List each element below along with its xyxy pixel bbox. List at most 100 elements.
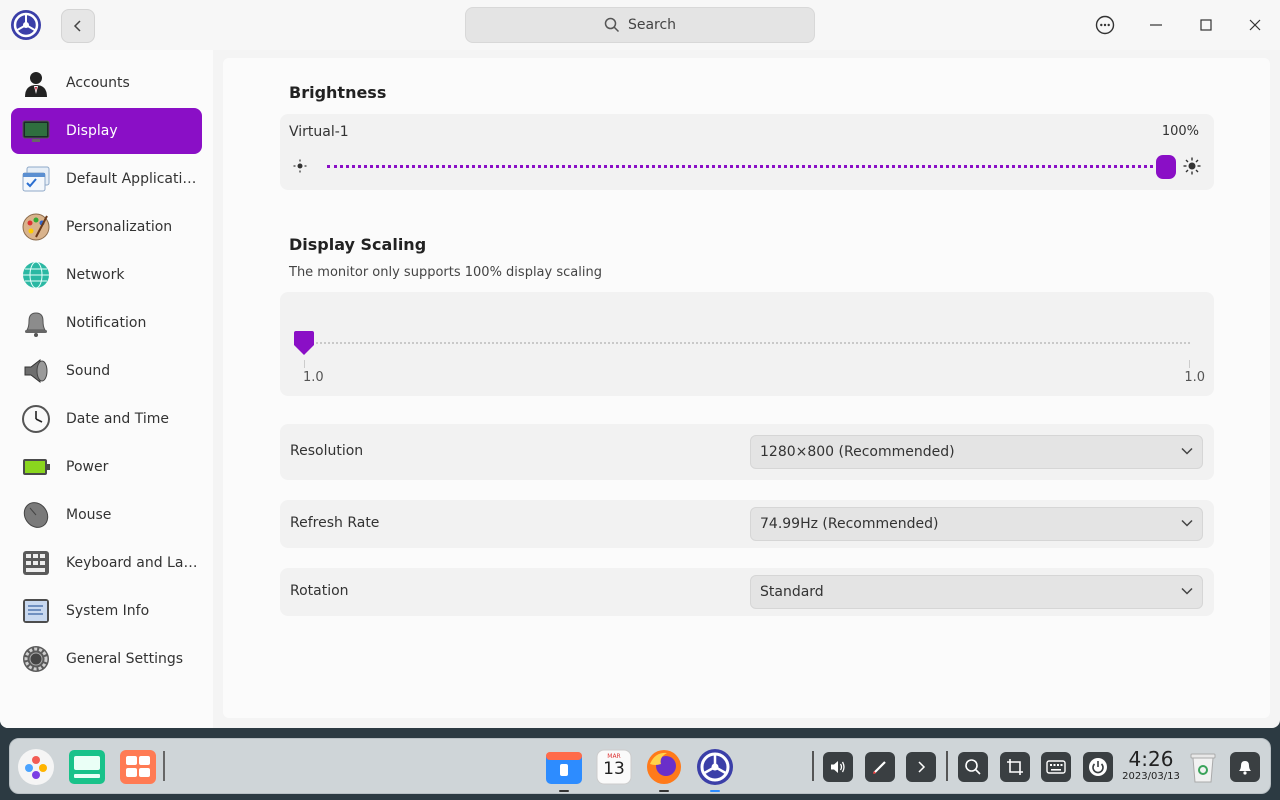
brightness-slider-track[interactable] [327,165,1165,168]
file-manager-icon [546,752,582,784]
maximize-button[interactable] [1191,10,1221,40]
personalization-icon [20,211,52,243]
expand-tray-button[interactable] [906,752,936,782]
clock-icon [20,403,52,435]
sidebar-item-date-time[interactable]: Date and Time [11,396,202,442]
taskbar-dock: MAR 13 4:26 2023/03/13 [9,738,1271,794]
global-search-button[interactable] [958,752,988,782]
screenshot-button[interactable] [1000,752,1030,782]
clock-time[interactable]: 4:26 [1128,747,1174,771]
refresh-rate-select[interactable]: 74.99Hz (Recommended) [750,507,1203,541]
sidebar-item-label: Power [66,459,109,475]
running-indicator [710,790,720,792]
search-icon [965,759,981,775]
display-scaling-title: Display Scaling [289,235,427,254]
show-desktop-button[interactable] [118,747,158,787]
trash-icon [1190,753,1216,783]
minimize-button[interactable] [1141,10,1171,40]
mouse-icon [20,499,52,531]
sidebar-item-label: Display [66,123,118,139]
brightness-value: 100% [1161,124,1199,139]
sidebar-item-personalization[interactable]: Personalization [11,204,202,250]
sidebar-item-network[interactable]: Network [11,252,202,298]
volume-button[interactable] [823,752,853,782]
bell-icon [1239,761,1251,775]
chevron-right-icon [918,761,926,773]
power-button[interactable] [1083,752,1113,782]
sidebar-item-general-settings[interactable]: General Settings [11,636,202,682]
pen-icon [873,761,886,774]
control-center-icon [697,749,733,785]
sidebar-item-system-info[interactable]: System Info [11,588,202,634]
monitor-name: Virtual-1 [289,124,349,140]
scaling-note: The monitor only supports 100% display s… [289,265,602,280]
display-icon [20,115,52,147]
scaling-slider-track[interactable] [304,342,1190,344]
rotation-label: Rotation [290,583,349,599]
screen-pen-button[interactable] [865,752,895,782]
sidebar-item-label: Sound [66,363,111,379]
onscreen-keyboard-button[interactable] [1041,752,1071,782]
rotation-value: Standard [760,584,824,600]
back-button[interactable] [61,9,95,43]
close-icon [1249,19,1261,31]
file-manager-button[interactable] [544,747,584,787]
brightness-title: Brightness [289,83,387,102]
refresh-rate-row: Refresh Rate 74.99Hz (Recommended) [280,500,1214,548]
display-settings-panel: Brightness Virtual-1 100% Display Scalin… [223,58,1270,718]
multitasking-button[interactable] [67,747,107,787]
brightness-card: Virtual-1 100% [280,114,1214,190]
sidebar-item-label: Default Applicatio... [66,171,198,187]
brightness-slider-handle[interactable] [1156,155,1176,179]
keyboard-icon [1046,760,1066,774]
sidebar-item-default-applications[interactable]: Default Applicatio... [11,156,202,202]
brightness-high-icon [1183,157,1201,175]
sidebar-item-label: Keyboard and Lan... [66,555,198,571]
sidebar-item-label: Personalization [66,219,173,235]
search-input[interactable]: Search [465,7,815,43]
default-applications-icon [20,163,52,195]
dock-separator [812,751,814,781]
show-desktop-icon [120,750,156,784]
chevron-down-icon [1181,447,1193,455]
rotation-select[interactable]: Standard [750,575,1203,609]
notification-icon [20,307,52,339]
sidebar-item-label: Network [66,267,125,283]
search-placeholder: Search [627,17,677,33]
scaling-tick-min [304,360,305,368]
sidebar-item-label: Date and Time [66,411,169,427]
firefox-button[interactable] [644,747,684,787]
rotation-row: Rotation Standard [280,568,1214,616]
resolution-select[interactable]: 1280×800 (Recommended) [750,435,1203,469]
sidebar-item-power[interactable]: Power [11,444,202,490]
sidebar-item-keyboard-language[interactable]: Keyboard and Lan... [11,540,202,586]
sidebar-item-label: Notification [66,315,147,331]
screenshot-icon [1007,759,1023,775]
search-icon [604,17,619,33]
resolution-label: Resolution [290,443,364,459]
sidebar-item-label: System Info [66,603,150,619]
sidebar-item-mouse[interactable]: Mouse [11,492,202,538]
sidebar-item-display[interactable]: Display [11,108,202,154]
sidebar-item-accounts[interactable]: Accounts [11,60,202,106]
clock-date[interactable]: 2023/03/13 [1120,771,1182,782]
chevron-down-icon [1181,587,1193,595]
general-settings-icon [20,643,52,675]
calendar-day: 13 [603,759,625,779]
close-button[interactable] [1240,10,1270,40]
sidebar-item-sound[interactable]: Sound [11,348,202,394]
network-icon [20,259,52,291]
options-menu-button[interactable] [1090,10,1120,40]
notification-center-button[interactable] [1230,752,1260,782]
resolution-value: 1280×800 (Recommended) [760,444,955,460]
control-center-button[interactable] [695,747,735,787]
launcher-button[interactable] [16,747,56,787]
sidebar-item-label: Mouse [66,507,112,523]
system-info-icon [20,595,52,627]
sidebar-item-notification[interactable]: Notification [11,300,202,346]
trash-button[interactable] [1183,747,1223,787]
dock-separator [946,751,948,781]
brightness-low-icon [293,159,307,173]
calendar-button[interactable]: MAR 13 [594,747,634,787]
scaling-slider-handle[interactable] [293,330,315,358]
